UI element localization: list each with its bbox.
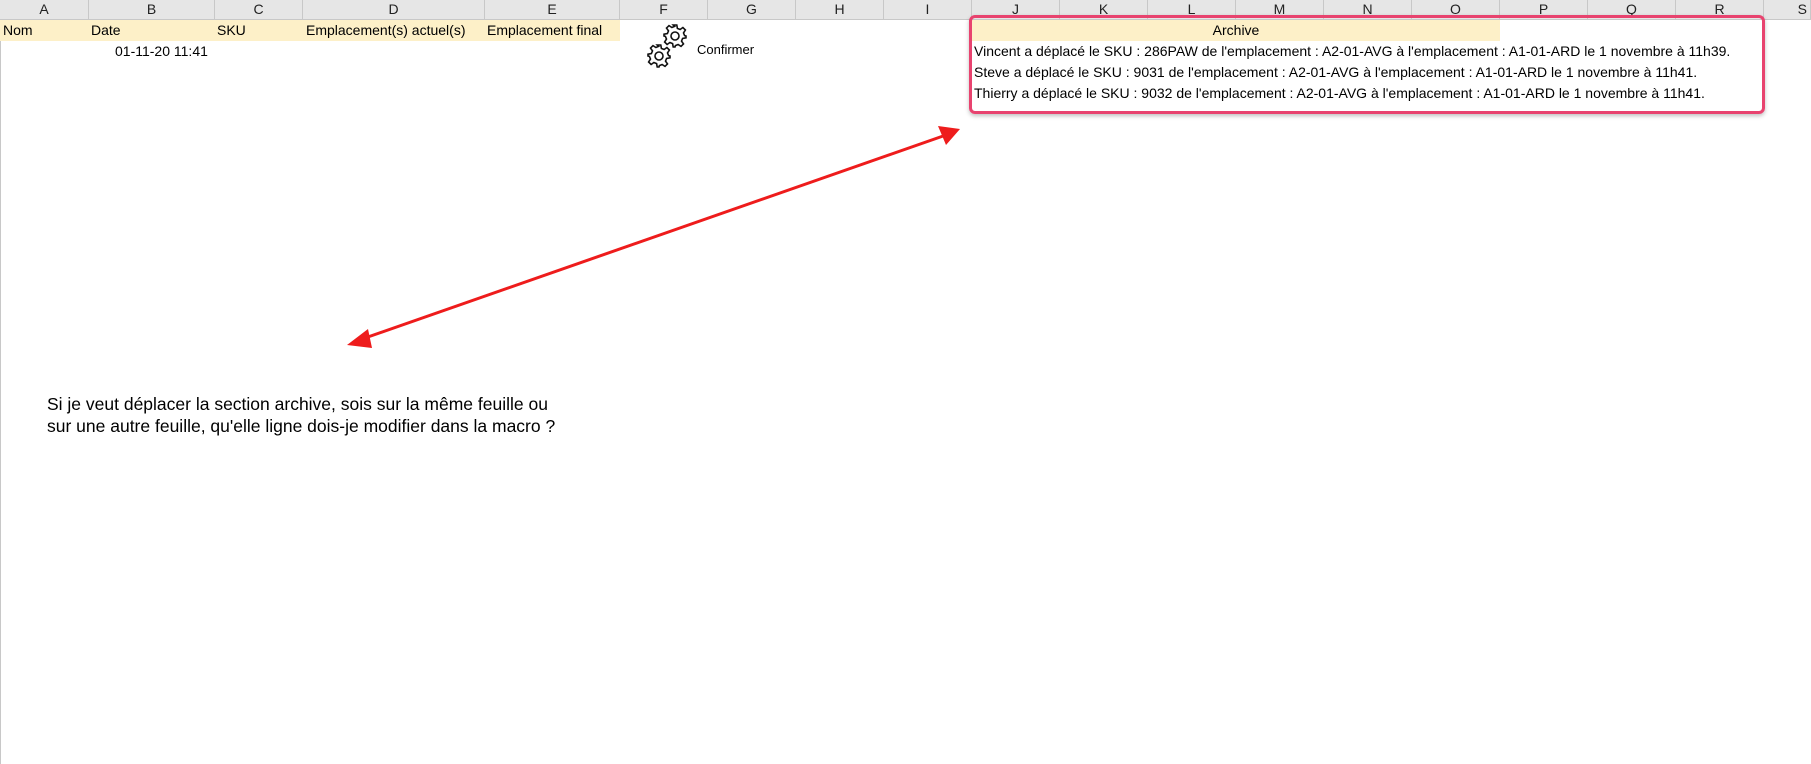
spreadsheet: A B C D E F G H I J K L M N O P Q R S No… — [0, 0, 1811, 764]
double-arrow-shape — [347, 126, 960, 348]
annotation-note: Si je veut déplacer la section archive, … — [47, 394, 556, 436]
